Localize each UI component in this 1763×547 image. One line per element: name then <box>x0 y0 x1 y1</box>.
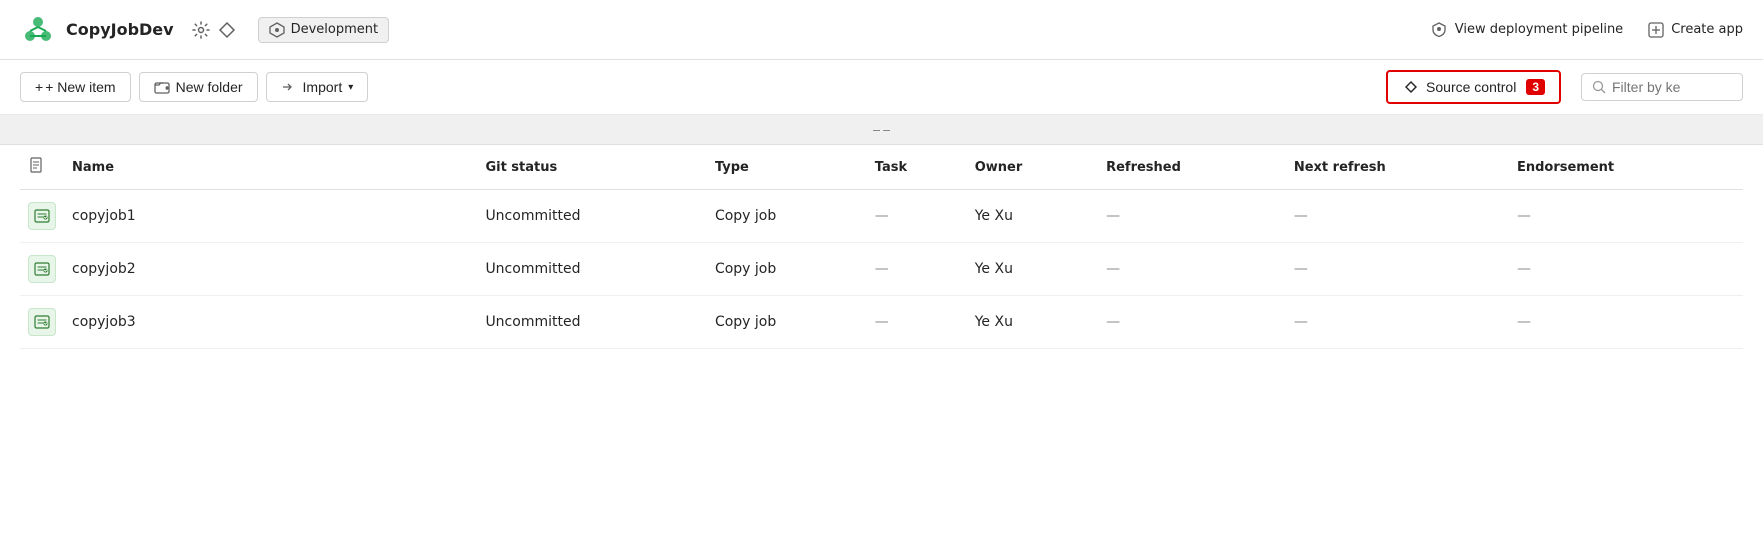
item-type-icon <box>28 308 56 336</box>
th-task: Task <box>867 145 967 190</box>
row-type: Copy job <box>707 243 867 296</box>
row-next-refresh: — <box>1286 190 1509 243</box>
th-icon <box>20 145 64 190</box>
item-type-icon <box>28 202 56 230</box>
row-name[interactable]: copyjob3 <box>64 296 477 349</box>
git-icon <box>1402 78 1420 96</box>
row-icon-cell <box>20 243 64 296</box>
table-body: copyjob1 Uncommitted Copy job — Ye Xu — … <box>20 190 1743 349</box>
filter-input[interactable] <box>1612 79 1732 95</box>
header-right: View deployment pipeline Create app <box>1431 21 1743 39</box>
toolbar: + + New item New folder Import ▾ Source … <box>0 60 1763 115</box>
env-label: Development <box>291 22 379 37</box>
import-label: Import <box>303 79 343 95</box>
source-control-badge: 3 <box>1526 79 1545 95</box>
row-task: — <box>867 190 967 243</box>
row-refreshed: — <box>1098 243 1286 296</box>
env-badge[interactable]: Development <box>258 17 390 43</box>
new-item-label: + New item <box>45 79 115 95</box>
th-name: Name <box>64 145 477 190</box>
filter-area[interactable] <box>1581 73 1743 101</box>
row-next-refresh: — <box>1286 296 1509 349</box>
app-logo <box>20 12 56 48</box>
row-next-refresh: — <box>1286 243 1509 296</box>
row-type: Copy job <box>707 190 867 243</box>
view-pipeline-label: View deployment pipeline <box>1455 22 1623 37</box>
th-next-refresh: Next refresh <box>1286 145 1509 190</box>
file-icon <box>28 157 44 173</box>
new-folder-button[interactable]: New folder <box>139 72 258 102</box>
import-button[interactable]: Import ▾ <box>266 72 369 102</box>
row-owner: Ye Xu <box>967 190 1098 243</box>
row-git-status: Uncommitted <box>477 190 707 243</box>
row-task: — <box>867 296 967 349</box>
app-name: CopyJobDev <box>66 20 174 39</box>
row-refreshed: — <box>1098 296 1286 349</box>
new-item-button[interactable]: + + New item <box>20 72 131 102</box>
settings-icon[interactable] <box>192 21 210 39</box>
logo-area: CopyJobDev Development <box>20 12 1431 48</box>
row-git-status: Uncommitted <box>477 243 707 296</box>
row-icon-cell <box>20 296 64 349</box>
create-app[interactable]: Create app <box>1647 21 1743 39</box>
source-control-label: Source control <box>1426 79 1516 95</box>
row-name[interactable]: copyjob2 <box>64 243 477 296</box>
row-task: — <box>867 243 967 296</box>
row-git-status: Uncommitted <box>477 296 707 349</box>
top-header: CopyJobDev Development V <box>0 0 1763 60</box>
row-owner: Ye Xu <box>967 243 1098 296</box>
row-type: Copy job <box>707 296 867 349</box>
new-folder-label: New folder <box>176 79 243 95</box>
env-icon <box>269 22 285 38</box>
source-control-button[interactable]: Source control 3 <box>1386 70 1561 104</box>
diamond-icon[interactable] <box>218 21 236 39</box>
th-git-status: Git status <box>477 145 707 190</box>
table-row[interactable]: copyjob2 Uncommitted Copy job — Ye Xu — … <box>20 243 1743 296</box>
new-item-plus-icon: + <box>35 79 43 95</box>
create-app-label: Create app <box>1671 22 1743 37</box>
row-owner: Ye Xu <box>967 296 1098 349</box>
drag-handle: ⎯ ⎯ <box>873 122 890 138</box>
create-app-icon <box>1647 21 1665 39</box>
row-refreshed: — <box>1098 190 1286 243</box>
search-icon <box>1592 80 1606 94</box>
divider-row: ⎯ ⎯ <box>0 115 1763 145</box>
th-type: Type <box>707 145 867 190</box>
th-endorsement: Endorsement <box>1509 145 1743 190</box>
row-name[interactable]: copyjob1 <box>64 190 477 243</box>
import-icon <box>281 79 297 95</box>
items-table: Name Git status Type Task Owner Refreshe… <box>20 145 1743 349</box>
row-icon-cell <box>20 190 64 243</box>
table-row[interactable]: copyjob1 Uncommitted Copy job — Ye Xu — … <box>20 190 1743 243</box>
table-row[interactable]: copyjob3 Uncommitted Copy job — Ye Xu — … <box>20 296 1743 349</box>
deployment-icon <box>1431 21 1449 39</box>
import-chevron: ▾ <box>348 82 353 93</box>
view-deployment-pipeline[interactable]: View deployment pipeline <box>1431 21 1623 39</box>
folder-icon <box>154 79 170 95</box>
header-icons <box>192 21 236 39</box>
th-owner: Owner <box>967 145 1098 190</box>
th-refreshed: Refreshed <box>1098 145 1286 190</box>
row-endorsement: — <box>1509 243 1743 296</box>
table-container: Name Git status Type Task Owner Refreshe… <box>0 145 1763 349</box>
table-header-row: Name Git status Type Task Owner Refreshe… <box>20 145 1743 190</box>
row-endorsement: — <box>1509 296 1743 349</box>
row-endorsement: — <box>1509 190 1743 243</box>
item-type-icon <box>28 255 56 283</box>
